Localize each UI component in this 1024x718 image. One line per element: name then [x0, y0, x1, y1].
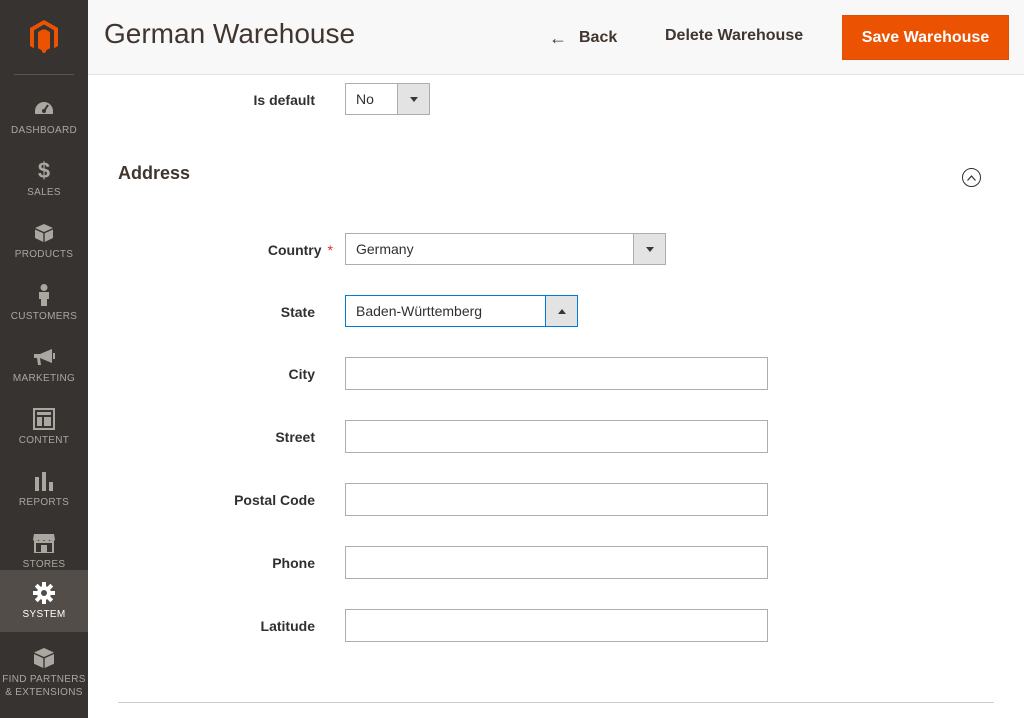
back-label: Back: [579, 29, 618, 46]
phone-label: Phone: [272, 555, 315, 571]
street-label: Street: [275, 429, 315, 445]
country-value: Germany: [356, 241, 414, 257]
dollar-icon: $: [37, 158, 51, 183]
section-divider: [118, 702, 994, 703]
latitude-input[interactable]: [345, 609, 768, 642]
person-icon: [32, 283, 56, 307]
phone-input[interactable]: [345, 546, 768, 579]
nav-reports[interactable]: REPORTS: [0, 458, 88, 520]
dropdown-arrow-icon: [397, 84, 429, 114]
gear-icon: [32, 581, 56, 605]
latitude-label: Latitude: [260, 618, 315, 634]
magento-logo-icon: [30, 20, 58, 54]
arrow-left-icon: ←: [549, 27, 567, 48]
page-title: German Warehouse: [104, 18, 356, 49]
country-select[interactable]: Germany: [345, 233, 666, 265]
megaphone-icon: [32, 345, 56, 369]
dropdown-arrow-up-icon: [545, 296, 577, 326]
nav-label-line1: FIND PARTNERS: [2, 673, 86, 685]
nav-label-line2: & EXTENSIONS: [5, 686, 83, 698]
nav-dashboard[interactable]: DASHBOARD: [0, 86, 88, 148]
nav-label: CUSTOMERS: [10, 311, 78, 322]
state-label: State: [280, 304, 315, 320]
admin-sidebar: DASHBOARD $ SALES PRODUCTS CUSTOMERS MAR…: [0, 0, 88, 718]
street-input[interactable]: [345, 420, 768, 453]
bar-chart-icon: [32, 469, 56, 493]
dropdown-arrow-icon: [633, 234, 665, 264]
is-default-value: No: [356, 91, 374, 107]
collapse-chevron-up-icon[interactable]: [962, 168, 981, 187]
nav-label: PRODUCTS: [14, 249, 74, 260]
page-header: German Warehouse ← Back Delete Warehouse…: [88, 0, 1024, 75]
required-asterisk: *: [327, 242, 333, 258]
is-default-label: Is default: [253, 92, 315, 108]
blocks-icon: [32, 646, 56, 670]
postal-code-input[interactable]: [345, 483, 768, 516]
nav-products[interactable]: PRODUCTS: [0, 210, 88, 272]
magento-logo[interactable]: [0, 0, 88, 74]
nav-system[interactable]: SYSTEM: [0, 570, 88, 632]
back-button[interactable]: ← Back: [549, 26, 617, 50]
save-warehouse-button[interactable]: Save Warehouse: [842, 15, 1009, 60]
state-select[interactable]: Baden-Württemberg: [345, 295, 578, 327]
state-value: Baden-Württemberg: [356, 303, 483, 319]
nav-label: MARKETING: [12, 373, 76, 384]
layout-icon: [32, 407, 56, 431]
country-label: Country *: [133, 242, 333, 258]
country-label-text: Country: [267, 242, 322, 258]
nav-customers[interactable]: CUSTOMERS: [0, 272, 88, 334]
nav-sales[interactable]: $ SALES: [0, 148, 88, 210]
city-input[interactable]: [345, 357, 768, 390]
nav-label: REPORTS: [18, 497, 70, 508]
nav-label: SALES: [27, 187, 61, 198]
nav-find-partners[interactable]: FIND PARTNERS & EXTENSIONS: [0, 638, 88, 706]
address-section-title: Address: [118, 163, 191, 183]
nav-label: SYSTEM: [22, 609, 66, 620]
storefront-icon: [32, 531, 56, 555]
box-icon: [32, 221, 56, 245]
nav-label: DASHBOARD: [10, 125, 78, 136]
postal-code-label: Postal Code: [234, 492, 315, 508]
nav-label: CONTENT: [18, 435, 70, 446]
nav-content[interactable]: CONTENT: [0, 396, 88, 458]
logo-divider: [14, 74, 74, 75]
delete-warehouse-button[interactable]: Delete Warehouse: [665, 27, 803, 45]
city-label: City: [288, 366, 315, 382]
is-default-select[interactable]: No: [345, 83, 430, 115]
nav-marketing[interactable]: MARKETING: [0, 334, 88, 396]
dashboard-icon: [32, 97, 56, 121]
